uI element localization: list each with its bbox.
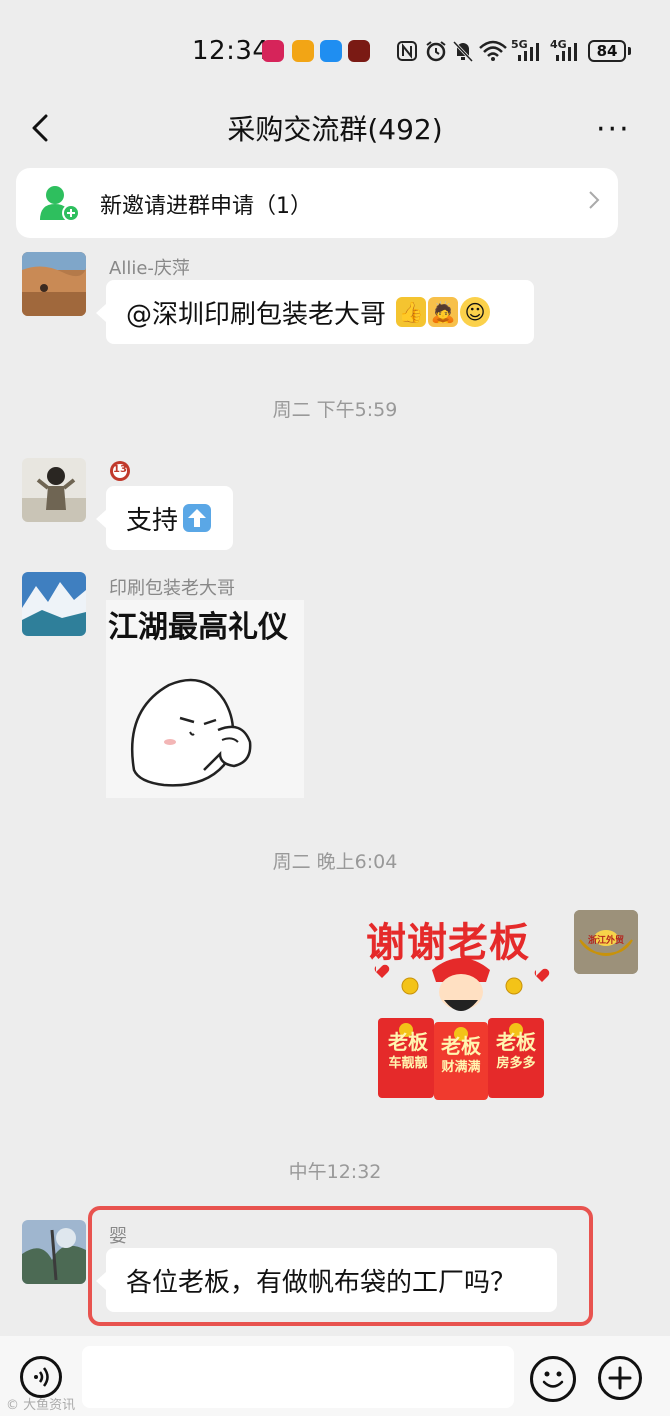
voice-icon — [34, 1367, 49, 1387]
salute-emoji: 🙇 — [428, 297, 459, 327]
timestamp: 周二 下午5:59 — [272, 399, 398, 421]
sticker-label: 老板 — [388, 1030, 428, 1054]
timestamp: 周二 晚上6:04 — [272, 851, 398, 873]
invite-banner-text: 新邀请进群申请（1） — [100, 194, 312, 219]
sticker-image[interactable]: 谢谢老板 老板 车靓靓 老板 财满满 老板 房多多 — [360, 906, 560, 1104]
sticker-image[interactable]: 江湖最高礼仪 — [106, 600, 304, 798]
watermark: © 大鱼资讯 — [6, 1398, 76, 1413]
alarm-icon — [426, 41, 446, 62]
message-bubble[interactable]: @深圳印刷包装老大哥 👍 🙇 ☺ — [106, 280, 534, 344]
sender-name: 印刷包装老大哥 — [109, 578, 235, 599]
highlight-box — [88, 1206, 593, 1326]
add-member-icon — [40, 186, 80, 222]
plus-icon — [608, 1366, 632, 1390]
timestamp: 中午12:32 — [288, 1161, 382, 1183]
message-text: @深圳印刷包装老大哥 — [126, 299, 387, 330]
chat-title: 采购交流群(492) — [227, 113, 443, 146]
message-bubble[interactable]: 支持 — [106, 486, 233, 550]
nfc-icon — [397, 41, 417, 61]
mute-icon — [452, 40, 474, 63]
message-text: 支持 — [126, 505, 179, 536]
sender-name: Allie-庆萍 — [109, 258, 190, 279]
thumbs-up-emoji: 👍 — [396, 297, 427, 327]
message-input[interactable] — [82, 1346, 514, 1408]
weibo-notification-icon — [320, 40, 342, 62]
up-arrow-emoji — [183, 504, 212, 532]
status-time: 12:34 — [192, 36, 270, 66]
smile-emoji: ☺ — [460, 297, 491, 327]
avatar[interactable] — [22, 252, 86, 316]
news-notification-icon — [348, 40, 370, 62]
sticker-label: 房多多 — [496, 1056, 536, 1071]
more-functions-button[interactable] — [598, 1356, 642, 1400]
avatar[interactable] — [22, 458, 86, 522]
mail-notification-icon — [292, 40, 314, 62]
sticker-label: 财满满 — [441, 1060, 481, 1075]
bubble-tail — [96, 510, 106, 528]
group-invite-banner[interactable]: 新邀请进群申请（1） — [16, 168, 618, 238]
avatar[interactable] — [22, 572, 86, 636]
avatar[interactable] — [22, 1220, 86, 1284]
wifi-icon — [479, 40, 507, 61]
battery-indicator: 84 — [588, 40, 626, 62]
self-avatar[interactable]: 浙江外贸 — [574, 910, 638, 974]
emoji-button[interactable] — [530, 1356, 576, 1402]
battery-tip — [628, 47, 631, 55]
meme-face-illustration — [130, 678, 252, 787]
sticker-caption: 江湖最高礼仪 — [108, 610, 288, 645]
sticker-label: 车靓靓 — [388, 1056, 428, 1071]
app-notification-icon — [262, 40, 284, 62]
self-avatar-text: 浙江外贸 — [587, 936, 624, 946]
chevron-right-icon — [589, 191, 600, 209]
sticker-label: 老板 — [441, 1034, 481, 1058]
signal-5g-icon — [518, 43, 539, 61]
level-badge-number: 13 — [113, 464, 127, 475]
signal-4g-icon — [556, 43, 577, 61]
voice-input-button[interactable] — [20, 1356, 62, 1398]
sticker-label: 老板 — [496, 1030, 536, 1054]
more-options-icon[interactable]: ··· — [596, 112, 631, 147]
bubble-tail — [96, 304, 106, 322]
smiley-icon — [542, 1371, 564, 1388]
